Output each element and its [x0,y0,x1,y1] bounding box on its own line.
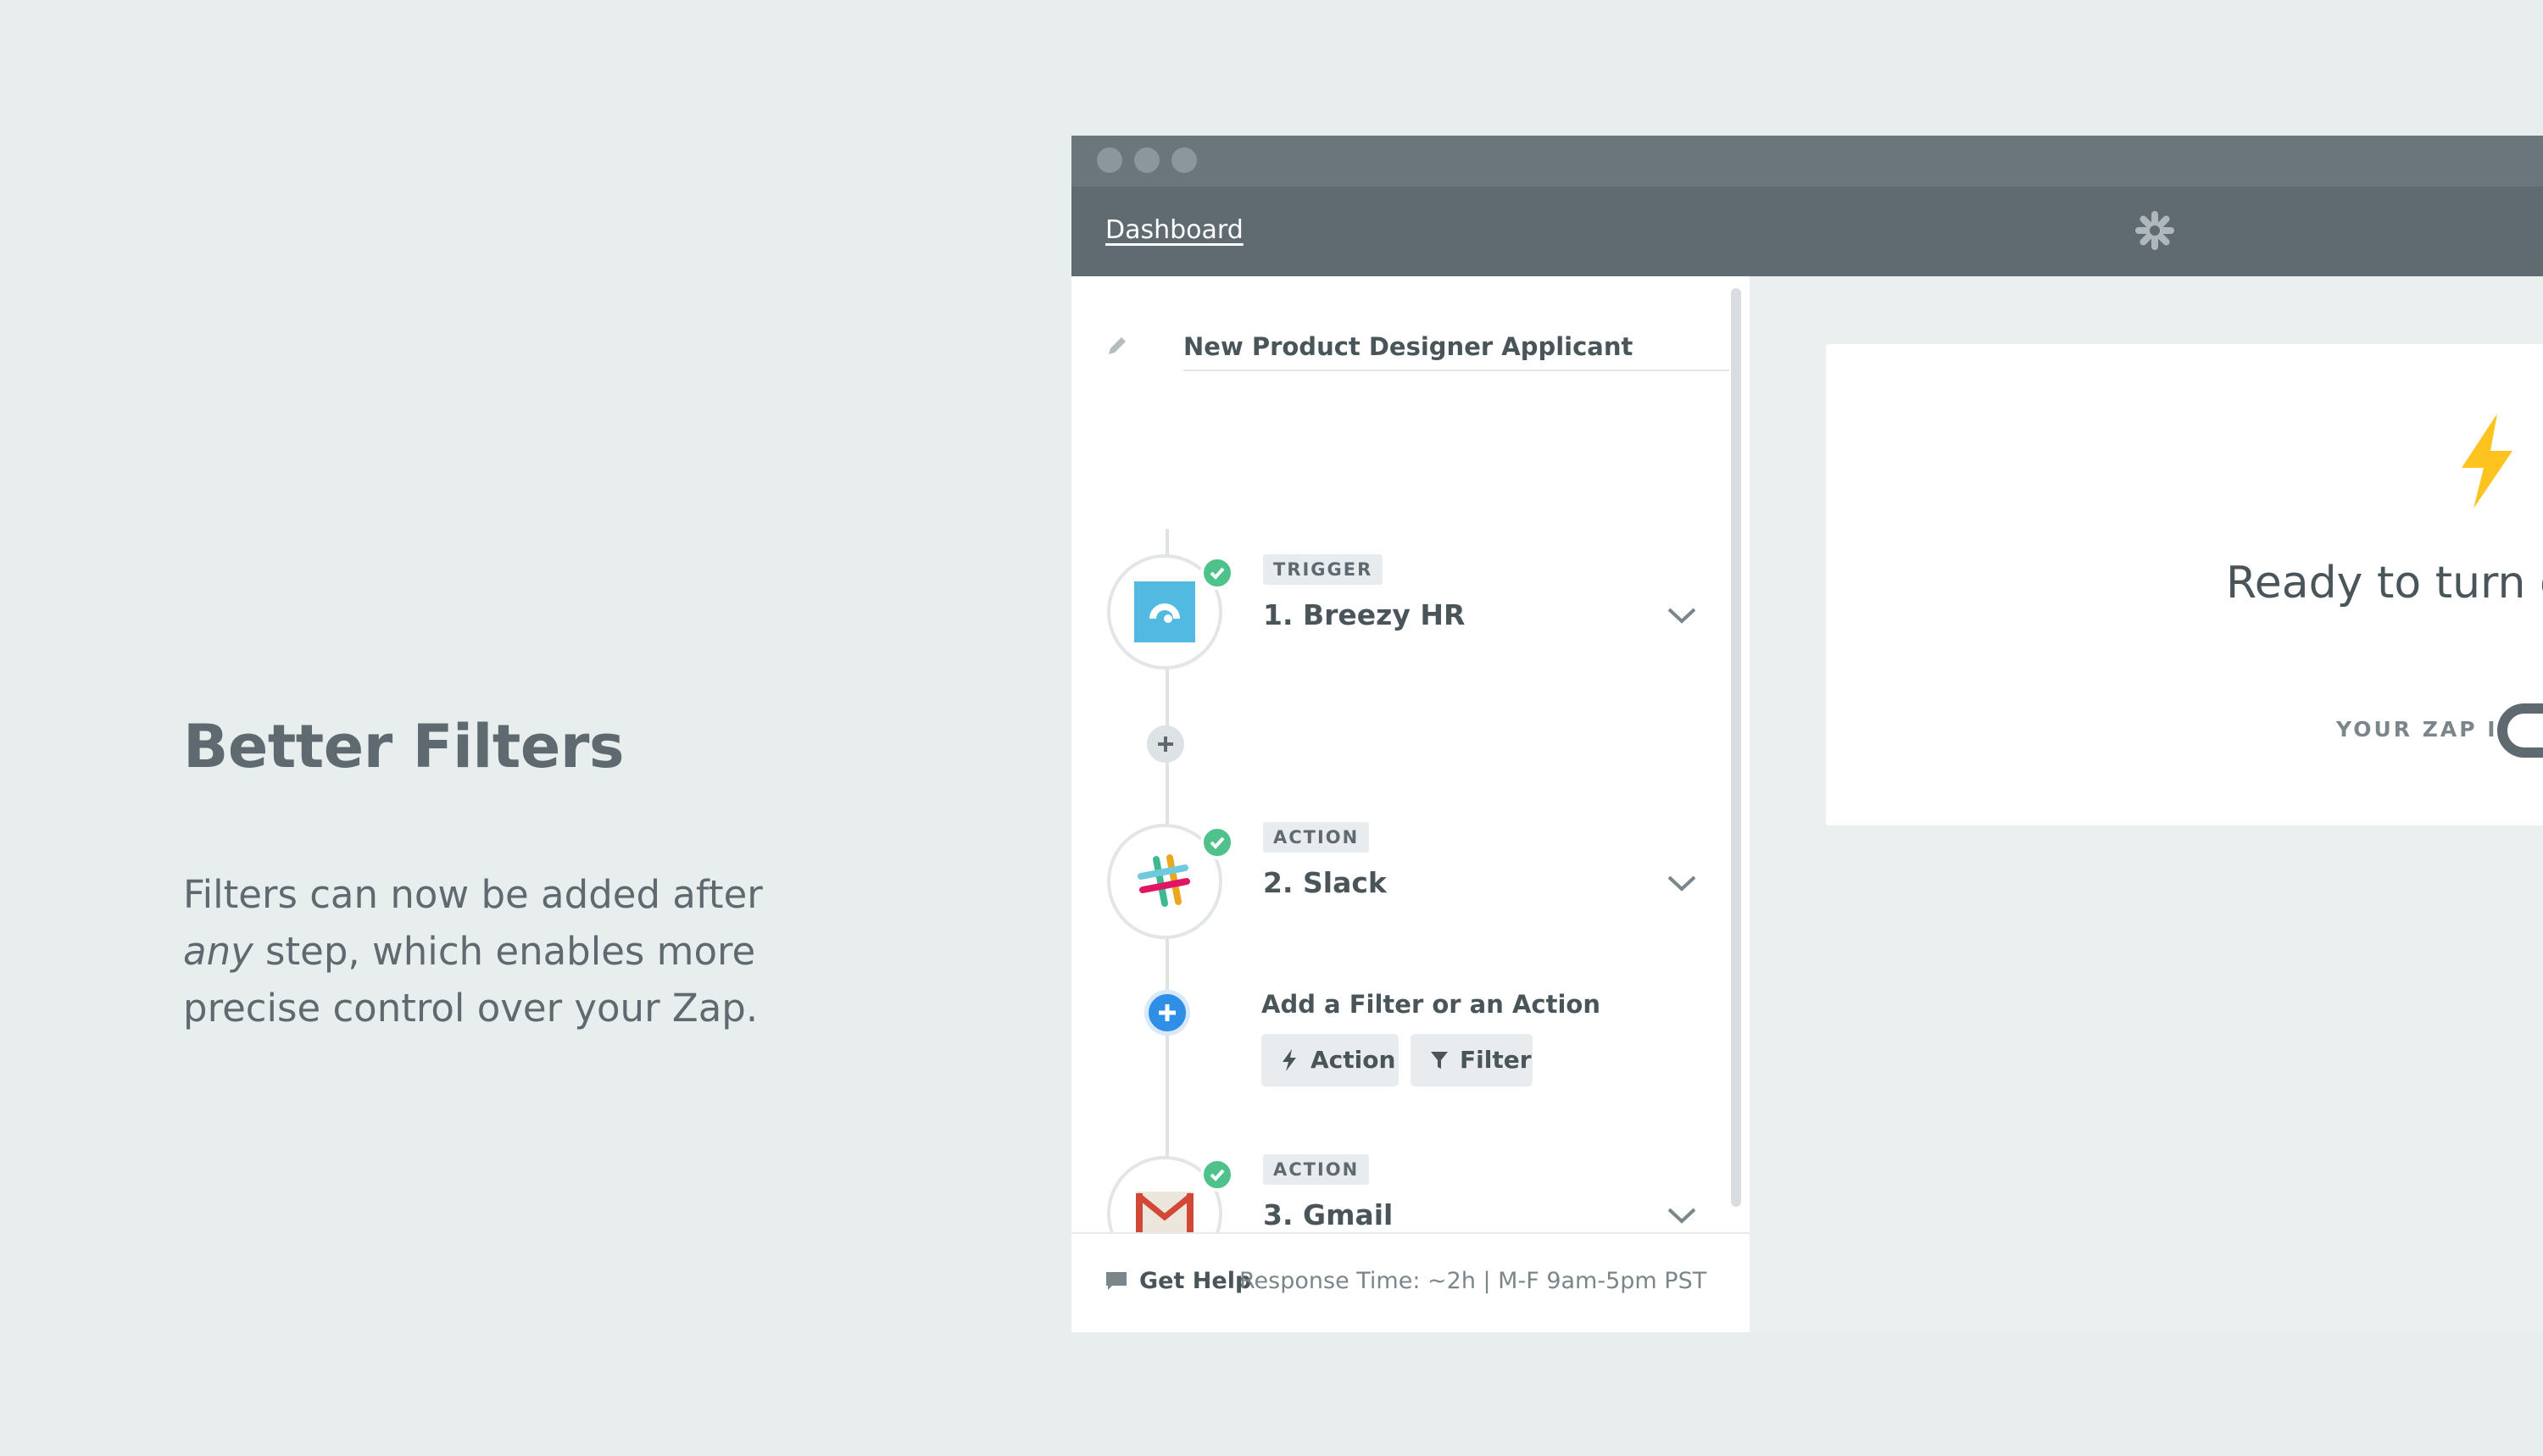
app-window: Dashboard New Product Designer Applicant… [1071,136,2543,1332]
chevron-down-icon[interactable] [1665,603,1699,627]
step-1-tag: TRIGGER [1263,554,1383,585]
response-time-text: Response Time: ~2h | M-F 9am-5pm PST [1239,1268,1707,1294]
zap-name-row [1105,320,1729,375]
lightning-bolt-icon [2462,414,2512,508]
add-filter-button[interactable]: Filter [1411,1034,1533,1086]
window-close-button[interactable] [1097,147,1122,173]
step-3-tag: ACTION [1263,1154,1370,1185]
your-zap-is-label: YOUR ZAP IS [2336,717,2516,742]
get-help-link[interactable]: Get Help [1139,1268,1251,1294]
step-2-tag: ACTION [1263,822,1370,853]
slack-icon [1138,854,1190,907]
step-1-complete-check [1200,556,1234,590]
window-maximize-button[interactable] [1171,147,1197,173]
step-3-title[interactable]: 3. Gmail [1263,1198,1393,1231]
top-navbar: Dashboard [1071,186,2543,276]
step-1-title[interactable]: 1. Breezy HR [1263,598,1465,631]
chat-bubble-icon [1106,1272,1127,1290]
promo-description: Filters can now be added after any step,… [183,872,763,1031]
pencil-icon [1109,337,1126,354]
checkmark-icon [1210,1169,1225,1181]
zap-on-off-toggle[interactable] [2497,703,2543,758]
step-2-title[interactable]: 2. Slack [1263,866,1387,899]
step-2-complete-check [1200,825,1234,859]
chevron-down-icon[interactable] [1665,1203,1699,1227]
help-footer: Get Help Response Time: ~2h | M-F 9am-5p… [1071,1232,1750,1332]
plus-icon [1158,736,1173,752]
zapier-asterisk-icon[interactable] [2134,210,2175,251]
checkmark-icon [1210,836,1225,849]
window-minimize-button[interactable] [1134,147,1160,173]
ready-to-turn-on-text: Ready to turn on [2226,558,2543,609]
funnel-icon [1431,1052,1448,1069]
editor-scrollbar[interactable] [1731,288,1741,1207]
step-3-complete-check [1200,1158,1234,1192]
breezy-hr-icon [1134,581,1195,642]
add-filter-or-action-button[interactable] [1144,990,1190,1036]
add-step-button[interactable] [1147,725,1184,763]
lightning-bolt-icon [1283,1049,1296,1071]
zap-status-card: Ready to turn on YOUR ZAP IS [1826,344,2543,825]
chevron-down-icon[interactable] [1665,871,1699,895]
gmail-icon [1135,1192,1194,1236]
zap-editor-panel: TRIGGER 1. Breezy HR ACTION 2. Slack [1071,276,1750,1332]
dashboard-link[interactable]: Dashboard [1105,215,1244,245]
add-action-button[interactable]: Action [1261,1034,1399,1086]
promo-title: Better Filters [183,712,625,781]
window-titlebar [1071,136,2543,186]
zap-name-input[interactable] [1183,324,1729,371]
checkmark-icon [1210,567,1225,580]
promo-emphasis: any [183,929,253,974]
plus-icon [1159,1004,1176,1021]
add-filter-or-action-label: Add a Filter or an Action [1261,990,1600,1019]
